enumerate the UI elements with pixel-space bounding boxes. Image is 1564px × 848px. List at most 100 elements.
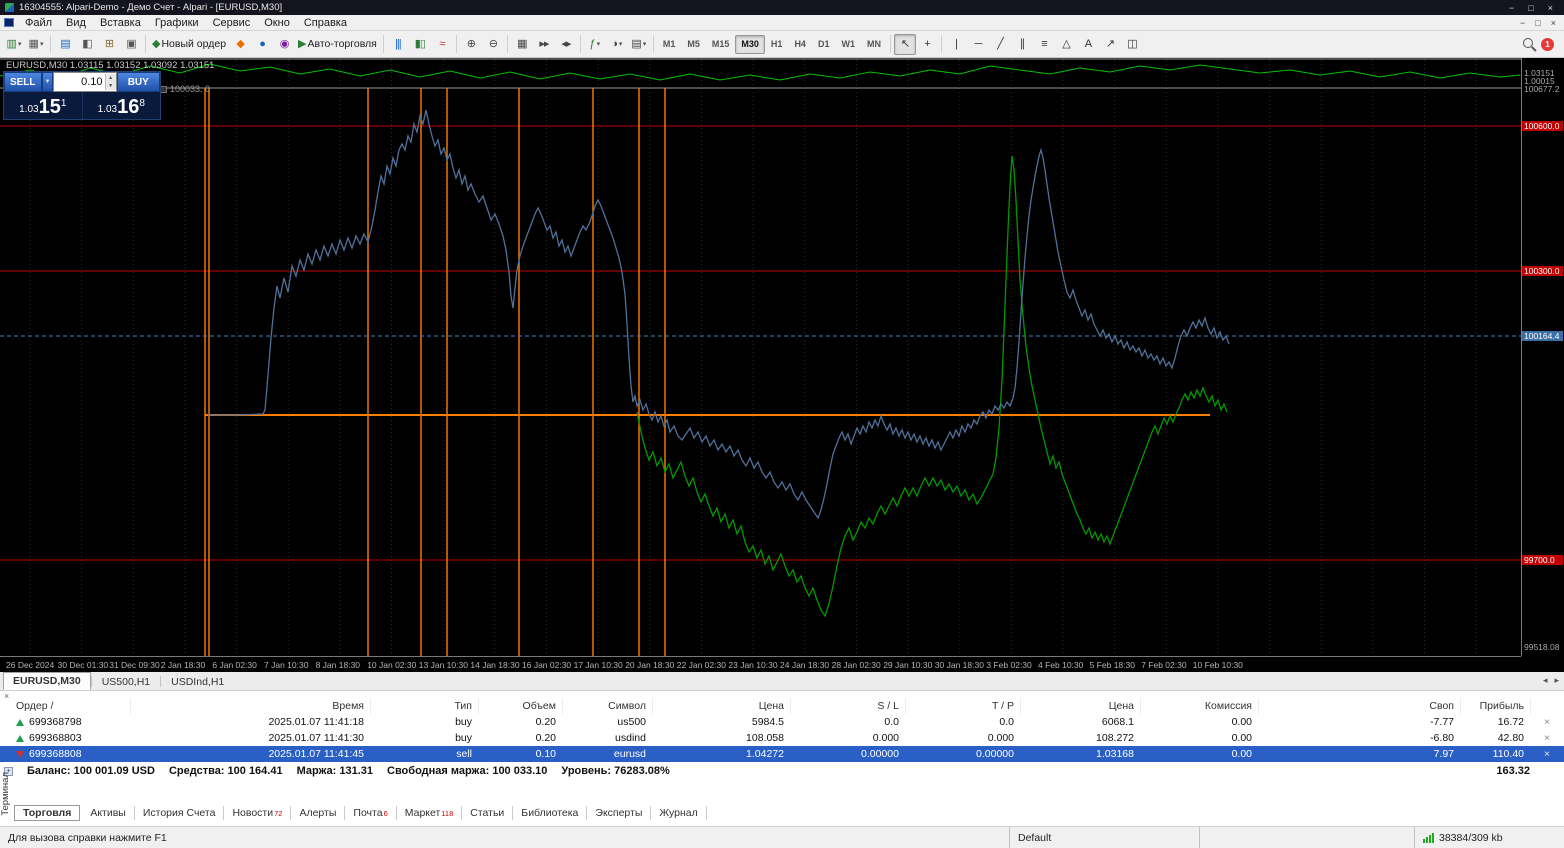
restore-button[interactable]: □: [1528, 3, 1533, 13]
sell-button[interactable]: SELL: [4, 72, 42, 92]
column-header-время[interactable]: Время: [130, 698, 370, 714]
chart-tab-us500-h1[interactable]: US500,H1: [92, 673, 160, 690]
column-header-s-l[interactable]: S / L: [790, 698, 905, 714]
market-watch-toggle[interactable]: ▤: [54, 34, 76, 55]
arrows-tool[interactable]: ↗: [1099, 34, 1121, 55]
terminal-tab-почта[interactable]: Почта 6: [345, 805, 397, 820]
profiles-button[interactable]: ▦ ▾: [25, 34, 47, 55]
terminal-tab-библиотека[interactable]: Библиотека: [513, 805, 588, 820]
terminal-tab-активы[interactable]: Активы: [82, 805, 135, 820]
column-header-символ[interactable]: Символ: [562, 698, 652, 714]
trendline-tool[interactable]: ╱: [989, 34, 1011, 55]
order-row[interactable]: 699368808 2025.01.07 11:41:45 sell 0.10 euru…: [0, 746, 1564, 762]
close-order-button[interactable]: ×: [1530, 714, 1564, 730]
auto-trading-button[interactable]: ▶ Авто-торговля: [295, 34, 380, 55]
column-header-комиссия[interactable]: Комиссия: [1140, 698, 1258, 714]
sell-price[interactable]: 1.03 15 1: [4, 92, 82, 119]
horizontal-line-tool[interactable]: ─: [967, 34, 989, 55]
order-row[interactable]: 699368803 2025.01.07 11:41:30 buy 0.20 usdin…: [0, 730, 1564, 746]
auto-scroll-button[interactable]: ▸▸: [533, 34, 555, 55]
chart-tab-eurusd-m30[interactable]: EURUSD,M30: [3, 672, 91, 690]
channel-tool[interactable]: ∥: [1011, 34, 1033, 55]
timeframe-w1[interactable]: W1: [835, 35, 861, 54]
terminal-side-label[interactable]: Терминал: [0, 772, 11, 816]
volume-up-stepper[interactable]: ▲: [105, 74, 116, 82]
column-header-объем[interactable]: Объем: [478, 698, 562, 714]
terminal-tab-журнал[interactable]: Журнал: [651, 805, 707, 820]
column-header-ордер[interactable]: Ордер /: [0, 698, 130, 714]
market-button[interactable]: ◉: [273, 34, 295, 55]
terminal-tab-алерты[interactable]: Алерты: [291, 805, 346, 820]
timeframe-d1[interactable]: D1: [812, 35, 836, 54]
volume-value[interactable]: 0.10: [54, 76, 104, 88]
chart-tab-usdind-h1[interactable]: USDInd,H1: [161, 673, 234, 690]
timeframe-m30[interactable]: M30: [735, 34, 765, 54]
timeframe-m5[interactable]: M5: [681, 35, 706, 54]
column-header-t-p[interactable]: T / P: [905, 698, 1020, 714]
terminal-tab-новости[interactable]: Новости 72: [224, 805, 292, 820]
column-header-цена[interactable]: Цена: [1020, 698, 1140, 714]
menu-item-справка[interactable]: Справка: [297, 15, 354, 31]
shapes-tool[interactable]: △: [1055, 34, 1077, 55]
trade-options-dropdown[interactable]: ▼: [41, 72, 54, 92]
timeframe-m1[interactable]: M1: [657, 35, 682, 54]
templates-button[interactable]: ▤ ▾: [628, 34, 650, 55]
close-order-button[interactable]: ×: [1530, 730, 1564, 746]
indicators-button[interactable]: ƒ ▾: [584, 34, 606, 55]
periods-button[interactable]: ◑ ▾: [606, 34, 628, 55]
menu-item-графики[interactable]: Графики: [148, 15, 206, 31]
order-row[interactable]: 699368798 2025.01.07 11:41:18 buy 0.20 us500…: [0, 714, 1564, 730]
child-minimize-button[interactable]: −: [1520, 18, 1525, 28]
bar-chart-button[interactable]: |||: [387, 34, 409, 55]
price-axis[interactable]: 1.03151 1.00015 100677.2 100600.0 100300.0 10…: [1521, 58, 1564, 656]
terminal-tab-маркет[interactable]: Маркет 118: [397, 805, 463, 820]
buy-button[interactable]: BUY: [116, 72, 160, 92]
new-order-button[interactable]: ◆ Новый ордер: [149, 34, 229, 55]
community-button[interactable]: ●: [251, 34, 273, 55]
line-chart-button[interactable]: ≈: [431, 34, 453, 55]
terminal-tab-статьи[interactable]: Статьи: [462, 805, 514, 820]
notifications-badge[interactable]: 1: [1541, 37, 1554, 51]
buy-price[interactable]: 1.03 16 8: [81, 92, 161, 119]
crosshair-tool[interactable]: +: [916, 34, 938, 55]
close-order-button[interactable]: ×: [1530, 746, 1564, 762]
status-profile[interactable]: Default: [1009, 827, 1199, 848]
new-chart-button[interactable]: ▥ ▾: [3, 34, 25, 55]
chart-area[interactable]: EURUSD,M30 1.03115 1.03152 1.03092 1.031…: [0, 58, 1564, 672]
tile-windows-button[interactable]: ▦: [511, 34, 533, 55]
column-header-прибыль[interactable]: Прибыль: [1460, 698, 1530, 714]
fibonacci-tool[interactable]: ≡: [1033, 34, 1055, 55]
zoom-in-button[interactable]: ⊕: [460, 34, 482, 55]
candlestick-chart-button[interactable]: ▮▯: [409, 34, 431, 55]
child-close-button[interactable]: ×: [1551, 18, 1556, 28]
volume-down-stepper[interactable]: ▼: [105, 82, 116, 90]
terminal-toggle[interactable]: ▣: [120, 34, 142, 55]
menu-item-сервис[interactable]: Сервис: [206, 15, 258, 31]
zoom-out-button[interactable]: ⊖: [482, 34, 504, 55]
chart-tabs-scroll-left[interactable]: ◂: [1543, 675, 1548, 686]
time-axis[interactable]: 26 Dec 2024 30 Dec 01:30 31 Dec 09:30 2 Jan…: [0, 656, 1521, 672]
timeframe-mn[interactable]: MN: [861, 35, 887, 54]
timeframe-h1[interactable]: H1: [765, 35, 789, 54]
timeframe-m15[interactable]: M15: [706, 35, 736, 54]
chart-shift-button[interactable]: ◂▸: [555, 34, 577, 55]
close-button[interactable]: ×: [1548, 3, 1553, 13]
cycle-lines-tool[interactable]: ◫: [1121, 34, 1143, 55]
terminal-tab-эксперты[interactable]: Эксперты: [587, 805, 652, 820]
column-header-цена[interactable]: Цена: [652, 698, 790, 714]
search-icon[interactable]: [1523, 35, 1533, 53]
child-restore-button[interactable]: □: [1535, 18, 1540, 28]
chart-tabs-scroll-right[interactable]: ▸: [1554, 675, 1559, 686]
column-header-своп[interactable]: Своп: [1258, 698, 1460, 714]
column-header-тип[interactable]: Тип: [370, 698, 478, 714]
menu-item-окно[interactable]: Окно: [257, 15, 297, 31]
navigator-toggle[interactable]: ⊞: [98, 34, 120, 55]
cursor-tool[interactable]: ↖: [893, 33, 916, 55]
vertical-line-tool[interactable]: |: [945, 34, 967, 55]
menu-item-вставка[interactable]: Вставка: [93, 15, 148, 31]
volume-input[interactable]: 0.10 ▲ ▼: [53, 72, 117, 92]
menu-item-вид[interactable]: Вид: [59, 15, 93, 31]
terminal-tab-история-счета[interactable]: История Счета: [135, 805, 225, 820]
text-tool[interactable]: A: [1077, 34, 1099, 55]
minimize-button[interactable]: −: [1509, 3, 1514, 13]
